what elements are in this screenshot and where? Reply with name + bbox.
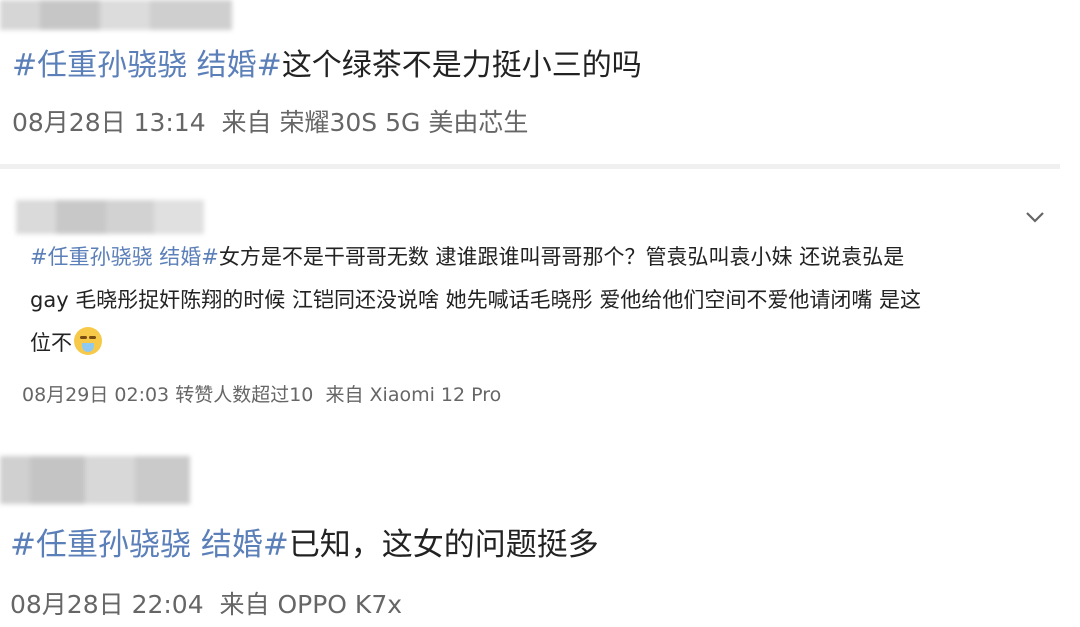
timestamp[interactable]: 08月28日 13:14 (12, 108, 206, 137)
separator (0, 164, 1060, 169)
hashtag-link[interactable]: #任重孙骁骁 结婚# (30, 245, 219, 269)
post-meta: 08月28日 13:14 来自 荣耀30S 5G 美由芯生 (12, 106, 528, 140)
comment-line: 女方是不是干哥哥无数 逮谁跟谁叫哥哥那个？管袁弘叫袁小妹 还说袁弘是 (218, 245, 905, 269)
hashtag-link[interactable]: #任重孙骁骁 结婚# (10, 527, 289, 563)
comment-line: 位不 (30, 331, 72, 355)
post-text: 已知，这女的问题挺多 (288, 527, 599, 563)
repost-count: 转赞人数超过10 (175, 384, 314, 406)
post-content: #任重孙骁骁 结婚#这个绿茶不是力挺小三的吗 (12, 46, 642, 86)
source-device: 来自 Xiaomi 12 Pro (325, 384, 502, 406)
hashtag-link[interactable]: #任重孙骁骁 结婚# (12, 48, 282, 83)
post-text: 这个绿茶不是力挺小三的吗 (281, 48, 642, 83)
crying-face-icon (74, 327, 102, 355)
comment-meta: 08月29日 02:03 转赞人数超过10 来自 Xiaomi 12 Pro (22, 382, 501, 408)
comment-line: gay 毛晓彤捉奸陈翔的时候 江铠同还没说啥 她先喊话毛晓彤 爱他给他们空间不爱… (30, 288, 921, 312)
username-blurred (16, 200, 204, 234)
post-content: #任重孙骁骁 结婚#已知，这女的问题挺多 (10, 524, 599, 566)
source-device: 来自 荣耀30S 5G 美由芯生 (221, 108, 529, 137)
source-device: 来自 OPPO K7x (219, 590, 403, 619)
comment-text: #任重孙骁骁 结婚#女方是不是干哥哥无数 逮谁跟谁叫哥哥那个？管袁弘叫袁小妹 还… (30, 236, 1060, 365)
username-blurred (0, 456, 190, 504)
chevron-down-icon[interactable] (1024, 206, 1046, 228)
timestamp[interactable]: 08月28日 22:04 (10, 590, 204, 619)
comment-card: #任重孙骁骁 结婚#女方是不是干哥哥无数 逮谁跟谁叫哥哥那个？管袁弘叫袁小妹 还… (8, 174, 1068, 427)
timestamp[interactable]: 08月29日 02:03 (22, 384, 169, 406)
post-meta: 08月28日 22:04 来自 OPPO K7x (10, 588, 402, 622)
username-blurred (0, 0, 232, 30)
